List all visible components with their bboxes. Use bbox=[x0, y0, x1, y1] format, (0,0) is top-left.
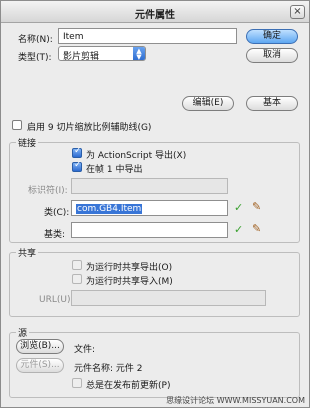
ok-button[interactable]: 确定 bbox=[246, 29, 298, 44]
file-label: 文件: bbox=[74, 345, 96, 355]
class-label: 类(C): bbox=[44, 208, 70, 218]
type-select[interactable]: 影片剪辑 ▲ ▼ bbox=[58, 46, 146, 62]
title-bar[interactable]: 元件属性 × bbox=[1, 1, 309, 23]
base-class-label: 基类: bbox=[44, 230, 66, 240]
url-input[interactable] bbox=[71, 290, 266, 306]
type-value: 影片剪辑 bbox=[63, 52, 100, 62]
class-input[interactable]: com.GB4.Item bbox=[71, 200, 228, 216]
dialog-title: 元件属性 bbox=[135, 10, 175, 21]
update-before-publish-checkbox[interactable] bbox=[72, 378, 82, 388]
close-icon[interactable]: × bbox=[290, 5, 305, 19]
base-class-input[interactable] bbox=[71, 222, 228, 238]
import-runtime-checkbox[interactable] bbox=[72, 274, 82, 284]
cancel-button[interactable]: 取消 bbox=[246, 48, 298, 63]
export-first-frame-checkbox[interactable] bbox=[72, 160, 82, 172]
pencil-icon[interactable]: ✎ bbox=[252, 200, 261, 213]
name-value: Item bbox=[63, 32, 84, 42]
update-before-publish-label: 总是在发布前更新(P) bbox=[86, 381, 171, 391]
watermark: 思缘设计论坛 WWW.MISSYUAN.COM bbox=[166, 396, 305, 405]
identifier-input[interactable] bbox=[71, 178, 228, 194]
linkage-title: 链接 bbox=[16, 136, 39, 149]
name-label: 名称(N): bbox=[18, 35, 53, 45]
export-first-frame-label: 在帧 1 中导出 bbox=[86, 165, 143, 175]
scale-guides-checkbox[interactable] bbox=[12, 120, 22, 130]
identifier-label: 标识符(I): bbox=[28, 186, 68, 196]
symbol-properties-dialog: 元件属性 × 名称(N): Item 类型(T): 影片剪辑 ▲ ▼ 确定 取消 … bbox=[0, 0, 310, 408]
basic-button[interactable]: 基本 bbox=[246, 96, 298, 111]
edit-button[interactable]: 编辑(E) bbox=[182, 96, 234, 111]
symbol-button[interactable]: 元件(S)... bbox=[16, 358, 64, 373]
sharing-title: 共享 bbox=[16, 246, 39, 259]
pencil-icon[interactable]: ✎ bbox=[252, 222, 261, 235]
class-value: com.GB4.Item bbox=[76, 204, 143, 214]
chevron-updown-icon: ▲ ▼ bbox=[133, 47, 145, 61]
check-icon[interactable]: ✓ bbox=[234, 201, 243, 214]
name-input[interactable]: Item bbox=[58, 28, 237, 44]
export-runtime-checkbox[interactable] bbox=[72, 260, 82, 270]
export-actionscript-label: 为 ActionScript 导出(X) bbox=[86, 151, 187, 161]
symbol-name-label: 元件名称: 元件 2 bbox=[74, 364, 143, 374]
scale-guides-label: 启用 9 切片缩放比例辅助线(G) bbox=[27, 123, 152, 133]
export-actionscript-checkbox[interactable] bbox=[72, 146, 82, 158]
export-runtime-label: 为运行时共享导出(O) bbox=[86, 263, 173, 273]
url-label: URL(U): bbox=[39, 295, 74, 305]
type-label: 类型(T): bbox=[18, 53, 52, 63]
browse-button[interactable]: 浏览(B)... bbox=[16, 339, 64, 354]
import-runtime-label: 为运行时共享导入(M) bbox=[86, 277, 173, 287]
check-icon[interactable]: ✓ bbox=[234, 223, 243, 236]
source-title: 源 bbox=[16, 326, 30, 339]
